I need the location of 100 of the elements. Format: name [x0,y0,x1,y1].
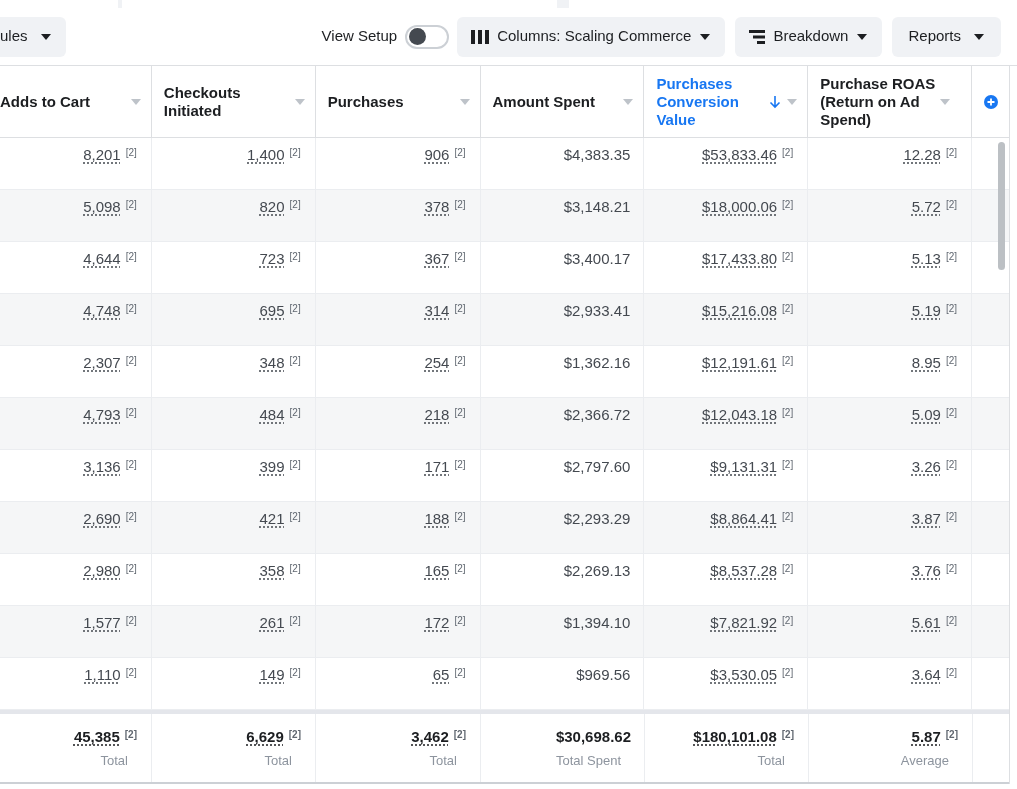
caret-icon[interactable] [459,98,470,105]
cell-value[interactable]: $12,191.61 [702,352,778,375]
cell-value[interactable]: 314 [424,300,450,323]
cell-value[interactable]: $15,216.08 [702,300,778,323]
footnote-mark: [2] [289,146,301,160]
cell-value[interactable]: 3.87 [911,508,941,531]
cell-value[interactable]: 3.26 [911,456,941,479]
cell-value[interactable]: $3,530.05 [710,664,778,687]
footnote-mark: [2] [945,728,958,742]
cell-value[interactable]: 65 [432,664,450,687]
cell-value[interactable]: $9,131.31 [710,456,778,479]
cell-value[interactable]: 484 [259,404,285,427]
cell-value[interactable]: 3.64 [911,664,941,687]
cell-value[interactable]: 367 [424,248,450,271]
cell-value[interactable]: 2,980 [83,560,121,583]
cell-value[interactable]: 421 [259,508,285,531]
caret-icon[interactable] [130,98,141,105]
cell-value[interactable]: 171 [424,456,450,479]
footnote-mark: [2] [125,146,137,160]
cell-value[interactable]: 8.95 [911,352,941,375]
total-label: Total [100,751,129,770]
footnote-mark: [2] [782,614,794,628]
cell-value[interactable]: 5,098 [83,196,121,219]
cell-value[interactable]: 3,462 [411,726,449,749]
column-header[interactable]: Purchases Conversion Value [656,74,770,129]
cell-value[interactable]: 188 [424,508,450,531]
cell-value[interactable]: 8,201 [83,144,121,167]
cell-value[interactable]: $8,864.41 [710,508,778,531]
reports-button[interactable]: Reports [892,16,1001,57]
cell-value[interactable]: 6,629 [246,726,284,749]
sort-arrow-icon[interactable] [769,94,782,109]
caret-icon [856,32,869,41]
cell-value[interactable]: $12,043.18 [702,404,778,427]
cell-value[interactable]: 358 [259,560,285,583]
breakdown-button[interactable]: Breakdown [735,16,883,57]
cell-value[interactable]: 4,793 [83,404,121,427]
footnote-mark: [2] [288,728,301,742]
cell-value[interactable]: 399 [259,456,285,479]
cell-value[interactable]: 45,385 [73,726,120,749]
cell-value[interactable]: 5.19 [911,300,941,323]
scrollbar-thumb[interactable] [998,142,1005,270]
caret-icon[interactable] [294,98,305,105]
cell-value[interactable]: $7,821.92 [710,612,778,635]
columns-button[interactable]: Columns: Scaling Commerce [457,16,726,57]
cell-value[interactable]: 723 [259,248,285,271]
cell-value[interactable]: 261 [259,612,285,635]
caret-icon[interactable] [940,98,951,105]
cell-value[interactable]: 12.28 [903,144,941,167]
cell-value[interactable]: 5.61 [911,612,941,635]
cell-value[interactable]: 1,400 [247,144,285,167]
cell-value[interactable]: 4,748 [83,300,121,323]
cell-value[interactable]: $8,537.28 [710,560,778,583]
cell-value[interactable]: 1,110 [84,664,121,687]
rules-button[interactable]: ules [0,16,66,57]
footnote-mark: [2] [782,562,794,576]
cell-value[interactable]: 218 [424,404,450,427]
cell-value: $3,148.21 [563,197,631,217]
cell-value[interactable]: 2,690 [83,508,121,531]
cell-value[interactable]: 149 [259,664,285,687]
cell-value[interactable]: $17,433.80 [702,248,778,271]
footnote-mark: [2] [125,406,137,420]
cell-value[interactable]: 254 [424,352,450,375]
column-header[interactable]: Amount Spent [492,92,624,111]
footnote-mark: [2] [945,146,958,160]
cell-value[interactable]: 906 [424,144,450,167]
cell-value[interactable]: 695 [259,300,285,323]
cell-value[interactable]: 348 [259,352,285,375]
cell-value[interactable]: 2,307 [83,352,121,375]
footnote-mark: [2] [125,354,137,368]
cell-value: $1,362.16 [563,353,631,373]
cell-value[interactable]: 5.09 [911,404,941,427]
view-setup-toggle[interactable] [405,24,450,49]
cell-value[interactable]: 165 [424,560,450,583]
caret-icon[interactable] [623,98,634,105]
cell-value[interactable]: $180,101.08 [693,726,777,749]
cell-value[interactable]: 820 [259,196,285,219]
cell-value[interactable]: $53,833.46 [702,144,778,167]
footnote-mark: [2] [945,354,958,368]
footnote-mark: [2] [289,250,301,264]
column-header[interactable]: Adds to Cart [0,92,131,111]
column-header[interactable]: Purchase ROAS (Return on Ad Spend) [820,74,941,129]
footnote-mark: [2] [125,302,137,316]
cell-value[interactable]: 5.13 [911,248,941,271]
cell-value[interactable]: $18,000.06 [702,196,778,219]
cell-value[interactable]: 172 [424,612,450,635]
cell-value[interactable]: 3.76 [911,560,941,583]
add-column-icon[interactable] [983,94,998,109]
cell-value[interactable]: 378 [424,196,450,219]
footnote-mark: [2] [289,302,301,316]
footnote-mark: [2] [782,302,794,316]
cell-value[interactable]: 4,644 [83,248,121,271]
caret-icon[interactable] [787,98,798,105]
column-header[interactable]: Checkouts Initiated [163,83,295,120]
cell-value[interactable]: 3,136 [83,456,121,479]
cell-value[interactable]: 5.72 [911,196,941,219]
cell-value: $30,698.62 [555,727,631,747]
column-header[interactable]: Purchases [327,92,460,111]
cell-value[interactable]: 1,577 [83,612,121,635]
total-label: Total [264,751,293,770]
cell-value[interactable]: 5.87 [911,726,941,749]
